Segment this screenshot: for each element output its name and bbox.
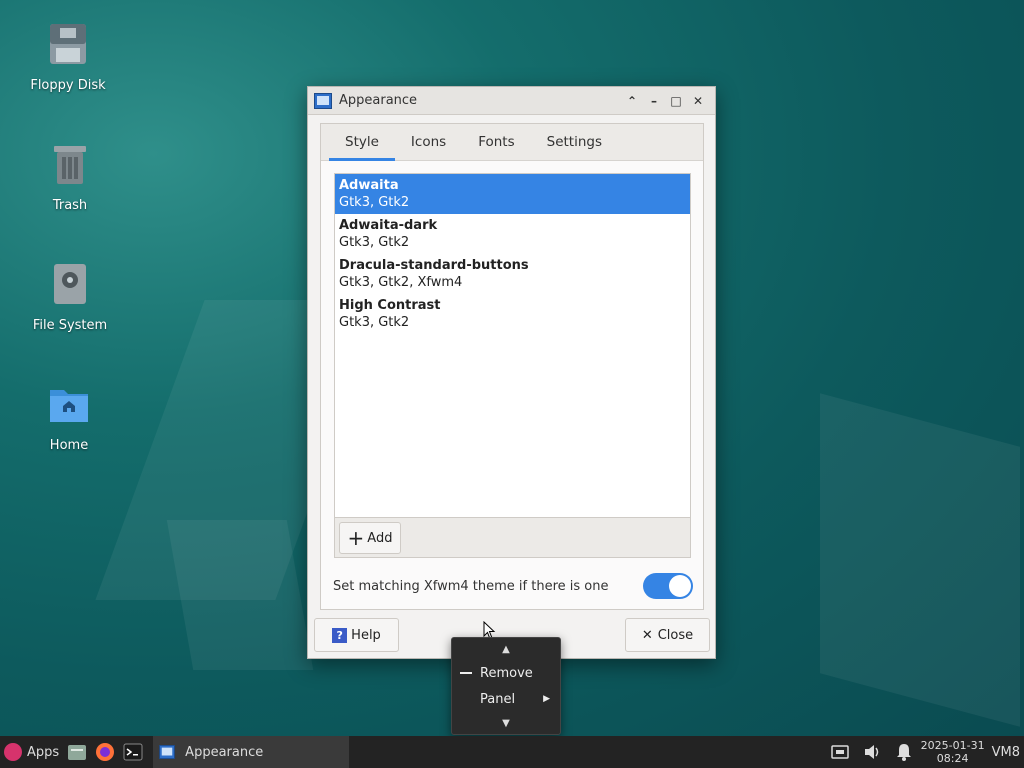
theme-types: Gtk3, Gtk2 <box>339 195 410 210</box>
add-label: Add <box>367 530 393 546</box>
chevron-up-icon: ⌃ <box>626 93 638 108</box>
appearance-app-icon <box>314 92 332 109</box>
desktop-icon-label: Home <box>49 438 89 453</box>
plus-icon: + <box>347 526 365 550</box>
minimize-icon: – <box>651 93 657 108</box>
theme-types: Gtk3, Gtk2 <box>339 235 410 250</box>
menu-scroll-up[interactable]: ▲ <box>452 638 560 660</box>
terminal-launcher[interactable] <box>119 736 147 768</box>
network-icon[interactable] <box>830 742 850 762</box>
menu-item-label: Panel <box>480 691 516 707</box>
toggle-knob <box>669 575 691 597</box>
arrow-down-icon: ▼ <box>502 717 510 729</box>
help-label: Help <box>351 627 381 643</box>
tab-bar: Style Icons Fonts Settings <box>321 124 703 161</box>
desktop-icon-label: File System <box>32 318 108 333</box>
task-label: Appearance <box>185 744 264 760</box>
menu-item-label: Remove <box>480 665 533 681</box>
menu-scroll-down[interactable]: ▼ <box>452 712 560 734</box>
list-toolbar: + Add <box>335 517 690 557</box>
theme-name: Adwaita-dark <box>339 218 438 233</box>
notification-bell-icon[interactable] <box>894 742 914 762</box>
theme-list-item[interactable]: High Contrast Gtk3, Gtk2 <box>335 294 690 334</box>
close-icon: ✕ <box>692 93 704 108</box>
title-bar[interactable]: Appearance ⌃ – □ ✕ <box>308 87 715 115</box>
clock[interactable]: 2025-01-31 08:24 <box>920 739 986 765</box>
web-browser-launcher[interactable] <box>91 736 119 768</box>
user-button[interactable]: VM8 <box>986 736 1024 768</box>
floppy-disk-icon <box>50 24 86 64</box>
tab-icons[interactable]: Icons <box>395 124 462 161</box>
theme-name: High Contrast <box>339 298 441 313</box>
close-label: Close <box>657 627 694 643</box>
apps-menu-button[interactable]: Apps <box>0 736 63 768</box>
theme-list-item[interactable]: Adwaita-dark Gtk3, Gtk2 <box>335 214 690 254</box>
desktop-icon-trash[interactable]: Trash <box>10 142 130 213</box>
add-theme-button[interactable]: + Add <box>339 522 401 554</box>
match-xfwm4-label: Set matching Xfwm4 theme if there is one <box>333 578 609 594</box>
help-icon: ? <box>332 627 348 643</box>
theme-types: Gtk3, Gtk2 <box>339 315 410 330</box>
appearance-app-icon <box>159 745 176 759</box>
drive-icon <box>54 264 86 304</box>
home-folder-icon <box>50 390 88 422</box>
menu-item-remove[interactable]: Remove <box>452 660 560 686</box>
theme-list-item[interactable]: Adwaita Gtk3, Gtk2 <box>335 174 690 214</box>
arrow-up-icon: ▲ <box>502 643 510 655</box>
firefox-icon <box>96 743 115 761</box>
clock-date: 2025-01-31 <box>920 739 985 752</box>
debian-logo-icon <box>4 743 22 761</box>
taskbar: Apps Appearance 2025-01-31 08:24 VM8 <box>0 736 1024 768</box>
theme-name: Dracula-standard-buttons <box>339 258 529 273</box>
tab-fonts[interactable]: Fonts <box>462 124 530 161</box>
trash-icon <box>54 146 86 184</box>
task-appearance[interactable]: Appearance <box>153 736 350 768</box>
user-label: VM8 <box>991 744 1020 760</box>
menu-item-panel[interactable]: Panel ▶ <box>452 686 560 712</box>
terminal-icon <box>123 743 143 761</box>
close-x-icon: ✕ <box>641 627 653 643</box>
match-xfwm4-toggle[interactable] <box>643 573 693 599</box>
desktop-icon-label: Trash <box>52 198 88 213</box>
close-window-button[interactable]: ✕ <box>687 90 709 112</box>
close-button[interactable]: ✕ Close <box>625 618 710 652</box>
panel-context-menu: ▲ Remove Panel ▶ ▼ <box>451 637 561 735</box>
file-manager-launcher[interactable] <box>63 736 91 768</box>
window-title: Appearance <box>339 93 418 108</box>
remove-icon <box>460 672 472 674</box>
minimize-button[interactable]: – <box>643 90 665 112</box>
desktop-icon-file-system[interactable]: File System <box>10 262 130 333</box>
desktop-icon-home[interactable]: Home <box>9 382 129 453</box>
shade-button[interactable]: ⌃ <box>621 90 643 112</box>
volume-icon[interactable] <box>862 742 882 762</box>
settings-notebook: Style Icons Fonts Settings Adwaita Gtk3,… <box>320 123 704 610</box>
appearance-window: Appearance ⌃ – □ ✕ Style Icons Fonts Set… <box>307 86 716 659</box>
apps-label: Apps <box>27 744 60 760</box>
theme-list: Adwaita Gtk3, Gtk2 Adwaita-dark Gtk3, Gt… <box>334 173 691 558</box>
maximize-button[interactable]: □ <box>665 90 687 112</box>
theme-name: Adwaita <box>339 178 399 193</box>
theme-types: Gtk3, Gtk2, Xfwm4 <box>339 275 463 290</box>
theme-list-item[interactable]: Dracula-standard-buttons Gtk3, Gtk2, Xfw… <box>335 254 690 294</box>
desktop-icon-floppy-disk[interactable]: Floppy Disk <box>8 22 128 93</box>
maximize-icon: □ <box>670 93 682 108</box>
match-xfwm4-row: Set matching Xfwm4 theme if there is one <box>333 571 693 601</box>
tab-settings[interactable]: Settings <box>531 124 618 161</box>
tab-style[interactable]: Style <box>329 124 395 161</box>
help-button[interactable]: ? Help <box>314 618 399 652</box>
file-manager-icon <box>68 745 87 760</box>
clock-time: 08:24 <box>936 752 969 765</box>
submenu-arrow-icon: ▶ <box>543 694 550 704</box>
wallpaper-shard <box>820 393 1020 727</box>
desktop-icon-label: Floppy Disk <box>30 78 106 93</box>
